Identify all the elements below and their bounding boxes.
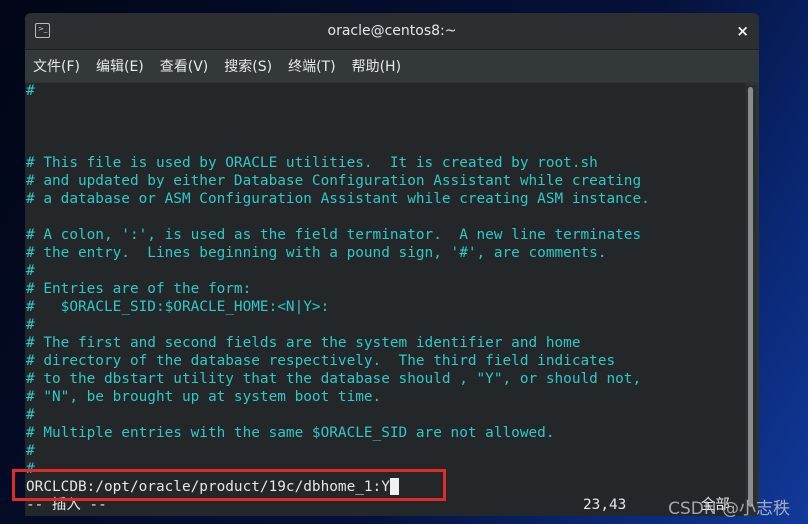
terminal-window: >_ oracle@centos8:~ × 文件(F) 编辑(E) 查看(V) 搜索(… xyxy=(25,13,759,516)
text-line: # to the dbstart utility that the databa… xyxy=(26,371,642,387)
text-line: # and updated by either Database Configu… xyxy=(26,173,642,189)
text-line: # $ORACLE_SID:$ORACLE_HOME:<N|Y>: xyxy=(26,299,330,315)
close-button[interactable]: × xyxy=(736,13,749,50)
text-line: # A colon, ':', is used as the field ter… xyxy=(26,227,642,243)
menu-item[interactable]: 终端(T) xyxy=(288,56,335,76)
menu-item[interactable]: 帮助(H) xyxy=(352,56,401,76)
text-line: # The first and second fields are the sy… xyxy=(26,335,581,351)
watermark: CSDN @小志秩 xyxy=(668,499,790,519)
window-title: oracle@centos8:~ xyxy=(327,23,457,39)
text-line: # Entries are of the form: xyxy=(26,281,252,297)
menu-item[interactable]: 文件(F) xyxy=(33,56,80,76)
text-line: # "N", be brought up at system boot time… xyxy=(26,389,382,405)
scrollbar-thumb[interactable] xyxy=(748,87,753,507)
text-line: # xyxy=(26,317,35,333)
text-line: # the entry. Lines beginning with a poun… xyxy=(26,245,607,261)
scrollbar[interactable] xyxy=(745,85,757,516)
text-line: # a database or ASM Configuration Assist… xyxy=(26,191,650,207)
text-line: # xyxy=(26,443,35,459)
highlight-box xyxy=(12,469,446,501)
text-line: # xyxy=(26,407,35,423)
menu-item[interactable]: 搜索(S) xyxy=(224,56,272,76)
terminal-icon: >_ xyxy=(35,23,50,38)
menu-bar: 文件(F) 编辑(E) 查看(V) 搜索(S) 终端(T) 帮助(H) xyxy=(25,50,759,82)
text-line: # xyxy=(26,263,35,279)
text-line: # directory of the database respectively… xyxy=(26,353,616,369)
title-bar: >_ oracle@centos8:~ × xyxy=(25,13,759,50)
cursor-position: 23,43 xyxy=(583,497,627,513)
menu-item[interactable]: 编辑(E) xyxy=(96,56,144,76)
menu-item[interactable]: 查看(V) xyxy=(160,56,209,76)
text-line: # Multiple entries with the same $ORACLE… xyxy=(26,425,555,441)
text-line: # xyxy=(26,83,35,99)
text-line: # This file is used by ORACLE utilities.… xyxy=(26,155,598,171)
terminal-content[interactable]: # # This file is used by ORACLE utilities… xyxy=(25,83,745,516)
